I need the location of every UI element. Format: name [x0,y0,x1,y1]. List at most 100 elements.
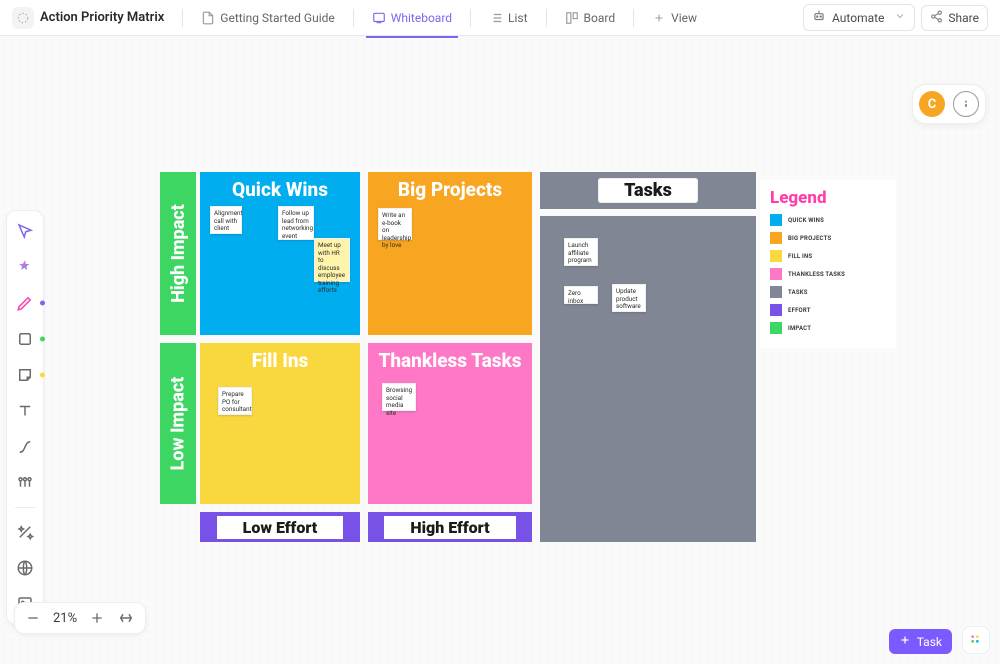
sticky-note[interactable]: Alignment call with client [210,206,242,234]
whiteboard-icon [372,11,386,25]
sticky-note[interactable]: Prepare PO for consultant [218,387,252,415]
share-icon [930,10,943,26]
legend-item: THANKLESS TASKS [770,268,886,280]
magic-tool[interactable] [11,518,39,546]
quadrant-title: Big Projects [368,172,532,201]
nav-label: Board [584,11,616,25]
swatch [770,250,782,262]
legend-item: QUICK WINS [770,214,886,226]
swatch [770,322,782,334]
effort-low-label: Low Effort [217,516,344,539]
divider [353,9,354,27]
swatch [770,232,782,244]
automate-button[interactable]: Automate [803,4,915,31]
doc-page-icon [201,11,215,25]
zoom-control: 21% [14,602,146,634]
effort-low-strip: Low Effort [200,512,360,542]
tasks-column[interactable]: Launch affiliate program Zero inbox Upda… [540,216,756,542]
divider [546,9,547,27]
presence-panel: C [912,84,986,124]
avatar[interactable]: C [919,91,945,117]
sticky-note[interactable]: Write an e-book on leadership by love [378,208,412,240]
automate-label: Automate [832,11,884,25]
nav-whiteboard[interactable]: Whiteboard [366,7,458,29]
nav-label: List [508,11,528,25]
sticky-note[interactable]: Update product software [612,284,646,312]
swatch [770,286,782,298]
swatch [770,214,782,226]
quadrant-title: Quick Wins [200,172,360,201]
nav-add-view[interactable]: View [646,7,703,29]
legend-panel: Legend QUICK WINS BIG PROJECTS FILL INS … [760,180,896,348]
swatch [770,268,782,280]
impact-high-label: High Impact [168,204,189,303]
sticky-note[interactable]: Zero inbox [564,286,598,304]
page-title: Action Priority Matrix [40,10,164,25]
nav-label: Getting Started Guide [220,11,334,25]
text-tool[interactable] [11,397,39,425]
sticky-note[interactable]: Browsing social media site [382,383,416,411]
whiteboard-canvas[interactable]: C High Impact Low Impact Quick Wins Alig… [0,36,1000,664]
list-icon [489,11,503,25]
topbar: Action Priority Matrix Getting Started G… [0,0,1000,36]
sticky-tool[interactable] [11,361,39,389]
divider [182,9,183,27]
legend-item: TASKS [770,286,886,298]
select-tool[interactable] [11,217,39,245]
nav-list[interactable]: List [483,7,534,29]
ai-tool[interactable] [11,253,39,281]
task-fab-label: Task [917,635,942,649]
legend-title: Legend [770,188,886,208]
legend-item: FILL INS [770,250,886,262]
quadrant-quick-wins[interactable]: Quick Wins Alignment call with client Fo… [200,172,360,335]
tasks-header: Tasks [540,172,756,209]
nav-label: Whiteboard [391,11,452,25]
nav-getting-started[interactable]: Getting Started Guide [195,7,340,29]
impact-high-strip: High Impact [160,172,196,335]
effort-high-strip: High Effort [368,512,532,542]
plus-icon [899,634,911,649]
nav-board[interactable]: Board [559,7,622,29]
legend-item: IMPACT [770,322,886,334]
connector-tool[interactable] [11,433,39,461]
shape-tool[interactable] [11,325,39,353]
legend-item: EFFORT [770,304,886,316]
priority-matrix: High Impact Low Impact Quick Wins Alignm… [160,172,898,542]
help-button[interactable] [953,91,979,117]
pen-tool[interactable] [11,289,39,317]
quadrant-title: Thankless Tasks [368,343,532,372]
divider [633,9,634,27]
effort-high-label: High Effort [384,516,515,539]
sticky-note[interactable]: Meet up with HR to discuss employee trai… [314,238,350,282]
doc-icon[interactable] [12,7,34,29]
web-tool[interactable] [11,554,39,582]
fit-to-screen-button[interactable] [117,609,135,627]
impact-low-label: Low Impact [168,377,189,471]
quadrant-fill-ins[interactable]: Fill Ins Prepare PO for consultant [200,343,360,504]
quadrant-big-projects[interactable]: Big Projects Write an e-book on leadersh… [368,172,532,335]
tasks-title: Tasks [598,178,698,203]
robot-icon [812,9,826,26]
apps-button[interactable] [962,626,990,654]
share-label: Share [948,11,979,25]
sticky-note[interactable]: Launch affiliate program [564,238,598,266]
share-button[interactable]: Share [921,5,988,31]
tool-palette [6,210,44,625]
zoom-out-button[interactable] [25,610,41,626]
nav-label: View [671,11,697,25]
tool-separator [15,507,35,508]
board-icon [565,11,579,25]
quadrant-title: Fill Ins [200,343,360,372]
quadrant-thankless[interactable]: Thankless Tasks Browsing social media si… [368,343,532,504]
impact-low-strip: Low Impact [160,343,196,504]
plus-icon [652,11,666,25]
widgets-tool[interactable] [11,469,39,497]
create-task-button[interactable]: Task [889,629,952,654]
zoom-percent[interactable]: 21% [53,611,77,626]
divider [470,9,471,27]
swatch [770,304,782,316]
chevron-down-icon [894,10,906,25]
zoom-in-button[interactable] [89,610,105,626]
legend-item: BIG PROJECTS [770,232,886,244]
sticky-note[interactable]: Follow up lead from networking event [278,206,314,240]
